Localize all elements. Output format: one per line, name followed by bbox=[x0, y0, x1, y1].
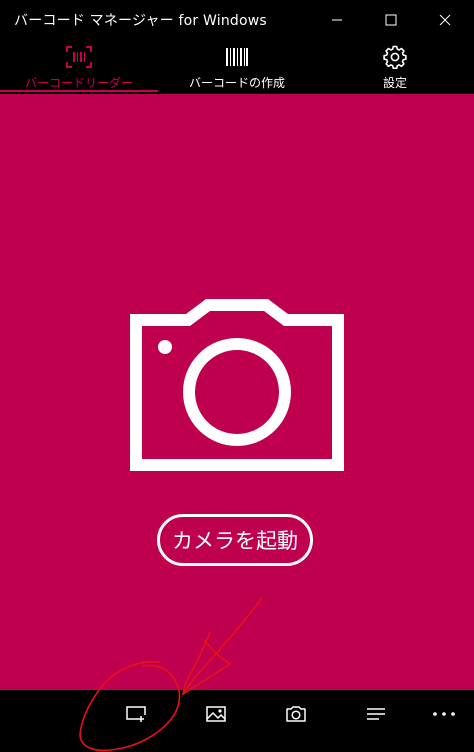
camera-icon bbox=[286, 706, 306, 722]
bottom-app-bar bbox=[0, 690, 474, 752]
maximize-button[interactable] bbox=[365, 0, 417, 40]
selected-tab-indicator bbox=[0, 90, 158, 92]
tab-settings[interactable]: 設定 bbox=[316, 40, 474, 94]
minimize-icon bbox=[332, 19, 342, 21]
window-title: バーコード マネージャー for Windows bbox=[14, 13, 267, 29]
title-bar: バーコード マネージャー for Windows bbox=[0, 0, 474, 40]
more-icon bbox=[433, 712, 455, 716]
maximize-icon bbox=[385, 14, 397, 26]
scan-region-button[interactable] bbox=[106, 690, 166, 738]
more-options-button[interactable] bbox=[414, 690, 474, 738]
tab-create-barcode[interactable]: バーコードの作成 bbox=[158, 40, 316, 94]
app-window: バーコード マネージャー for Windows バーコードリーダー バーコード… bbox=[0, 0, 474, 752]
start-camera-button[interactable]: カメラを起動 bbox=[157, 514, 313, 566]
camera-icon bbox=[130, 299, 344, 471]
gear-icon bbox=[383, 45, 407, 69]
minimize-button[interactable] bbox=[311, 0, 363, 40]
camera-button[interactable] bbox=[266, 690, 326, 738]
close-icon bbox=[439, 14, 451, 26]
camera-view: カメラを起動 bbox=[0, 94, 474, 690]
scan-region-icon bbox=[126, 706, 146, 722]
tab-label: 設定 bbox=[382, 76, 407, 90]
close-button[interactable] bbox=[419, 0, 471, 40]
tab-label: バーコードリーダー bbox=[24, 76, 133, 90]
tab-label: バーコードの作成 bbox=[188, 76, 285, 90]
list-icon bbox=[367, 708, 385, 720]
tab-bar: バーコードリーダー バーコードの作成 設定 bbox=[0, 40, 474, 94]
open-image-button[interactable] bbox=[186, 690, 246, 738]
tab-barcode-reader[interactable]: バーコードリーダー bbox=[0, 40, 158, 94]
list-button[interactable] bbox=[346, 690, 406, 738]
barcode-icon bbox=[226, 48, 248, 66]
image-icon bbox=[206, 706, 226, 722]
barcode-scan-icon bbox=[66, 46, 92, 68]
